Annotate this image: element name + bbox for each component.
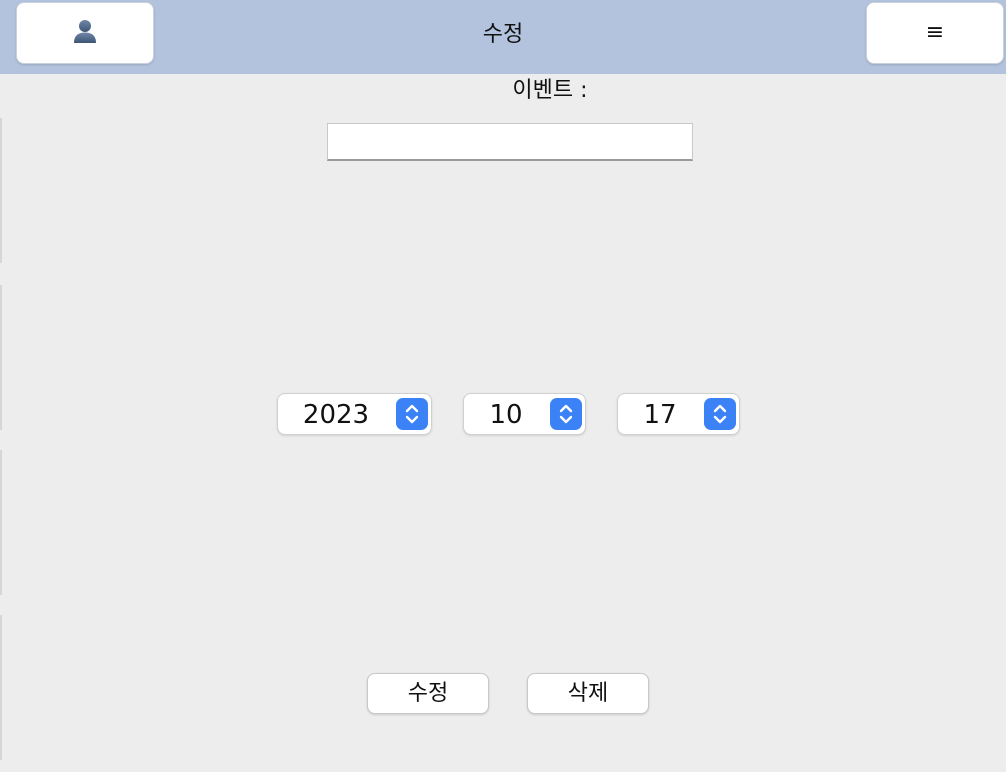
day-select[interactable]: 17: [617, 393, 740, 435]
month-value: 10: [489, 400, 523, 430]
left-edge-divider: [0, 450, 2, 595]
menu-button[interactable]: ≡: [866, 2, 1004, 64]
up-down-chevron-icon: [704, 398, 736, 430]
up-down-chevron-icon: [550, 398, 582, 430]
year-value: 2023: [302, 400, 370, 430]
edit-button[interactable]: 수정: [367, 673, 489, 714]
left-edge-divider: [0, 615, 2, 760]
event-input[interactable]: [327, 123, 693, 161]
left-edge-divider: [0, 285, 2, 430]
month-select[interactable]: 10: [463, 393, 586, 435]
day-value: 17: [643, 400, 677, 430]
user-button[interactable]: [16, 2, 154, 64]
left-edge-divider: [0, 118, 2, 263]
delete-button[interactable]: 삭제: [527, 673, 649, 714]
app-header: 수정 ≡: [0, 0, 1006, 74]
up-down-chevron-icon: [396, 398, 428, 430]
year-select[interactable]: 2023: [277, 393, 432, 435]
event-label: 이벤트 :: [512, 78, 588, 103]
user-icon: [71, 17, 99, 49]
hamburger-menu-icon: ≡: [925, 20, 945, 45]
